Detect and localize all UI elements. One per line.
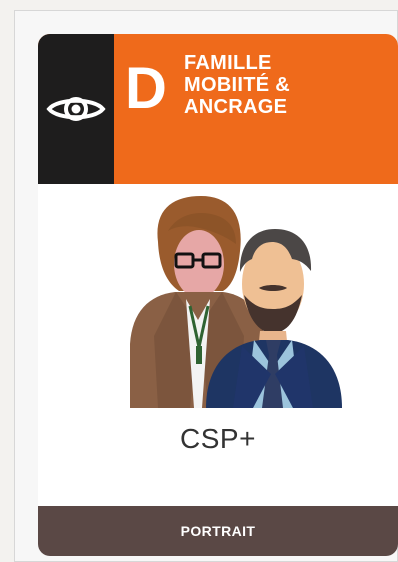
category-letter: D — [125, 56, 167, 121]
audience-label: CSP+ — [180, 423, 256, 454]
category-title: FAMILLE MOBIITÉ & ANCRAGE — [184, 52, 291, 118]
portrait-label: PORTRAIT — [180, 523, 256, 539]
eye-icon — [46, 97, 106, 121]
eye-panel — [38, 34, 114, 184]
card-header: D FAMILLE MOBIITÉ & ANCRAGE — [38, 34, 398, 184]
people-illustration — [102, 194, 350, 408]
profile-card: D FAMILLE MOBIITÉ & ANCRAGE CSP+ PORTRAI… — [38, 34, 398, 556]
card-footer: PORTRAIT — [38, 506, 398, 556]
